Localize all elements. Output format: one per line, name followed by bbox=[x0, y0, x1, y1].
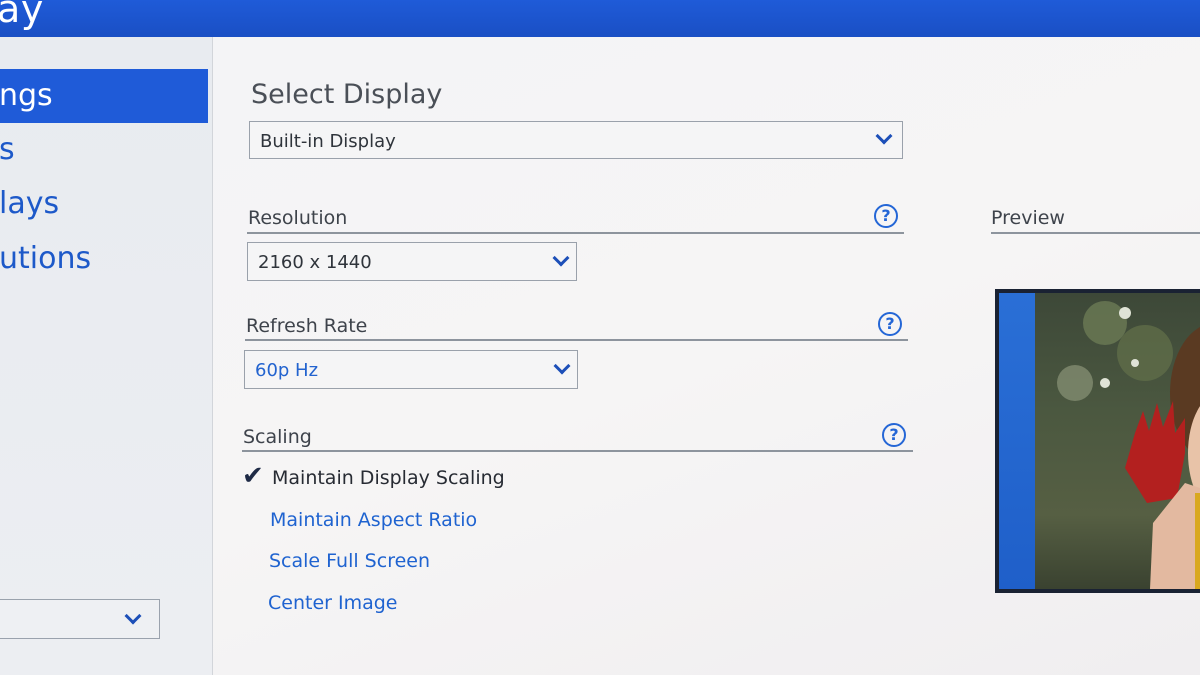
scaling-divider bbox=[242, 450, 913, 452]
refresh-rate-value: 60p Hz bbox=[255, 360, 319, 381]
preview-divider bbox=[991, 232, 1200, 234]
chevron-down-icon bbox=[124, 607, 142, 625]
preview-taskbar bbox=[999, 293, 1035, 589]
resolution-label: Resolution bbox=[248, 207, 348, 229]
refresh-rate-help-icon[interactable]: ? bbox=[878, 312, 902, 336]
window-title: lay bbox=[0, 0, 44, 31]
sidebar-item-label: utions bbox=[0, 241, 92, 276]
sidebar-dropdown[interactable] bbox=[0, 599, 160, 639]
sidebar-item-label: s bbox=[0, 132, 15, 167]
preview-frame bbox=[995, 289, 1200, 593]
refresh-rate-label: Refresh Rate bbox=[246, 315, 368, 337]
scaling-option-center-image[interactable]: Center Image bbox=[268, 592, 398, 614]
display-select[interactable]: Built-in Display bbox=[249, 121, 903, 159]
refresh-rate-select[interactable]: 60p Hz bbox=[244, 350, 578, 389]
display-select-value: Built-in Display bbox=[260, 131, 396, 152]
scaling-option-maintain-display-scaling[interactable]: Maintain Display Scaling bbox=[272, 467, 505, 489]
preview-image bbox=[1035, 293, 1200, 589]
preview-photo bbox=[1057, 301, 1200, 589]
sidebar-item-settings[interactable]: ngs bbox=[0, 69, 208, 123]
sidebar-item-label: lays bbox=[0, 186, 60, 221]
scaling-label: Scaling bbox=[243, 426, 312, 448]
chevron-down-icon bbox=[552, 249, 570, 267]
scaling-option-maintain-aspect-ratio[interactable]: Maintain Aspect Ratio bbox=[270, 509, 477, 531]
sidebar-item-2[interactable]: s bbox=[0, 123, 208, 177]
chevron-down-icon bbox=[553, 357, 571, 375]
scaling-option-scale-full-screen[interactable]: Scale Full Screen bbox=[269, 550, 430, 572]
resolution-divider bbox=[247, 232, 904, 234]
chevron-down-icon bbox=[875, 127, 893, 145]
scaling-help-icon[interactable]: ? bbox=[882, 423, 906, 447]
sidebar-item-displays[interactable]: lays bbox=[0, 177, 208, 231]
resolution-value: 2160 x 1440 bbox=[258, 252, 372, 273]
checkmark-icon: ✔ bbox=[242, 461, 264, 491]
preview-label: Preview bbox=[991, 207, 1065, 229]
resolution-help-icon[interactable]: ? bbox=[874, 204, 898, 228]
sidebar-item-resolutions[interactable]: utions bbox=[0, 232, 208, 286]
resolution-select[interactable]: 2160 x 1440 bbox=[247, 242, 577, 281]
select-display-heading: Select Display bbox=[251, 79, 443, 110]
screen: lay ngs s lays utions Select Display Bui… bbox=[0, 0, 1200, 675]
refresh-rate-divider bbox=[245, 339, 908, 341]
sidebar: ngs s lays utions bbox=[0, 37, 212, 675]
title-bar: lay bbox=[0, 0, 1200, 37]
sidebar-item-label: ngs bbox=[0, 78, 53, 113]
